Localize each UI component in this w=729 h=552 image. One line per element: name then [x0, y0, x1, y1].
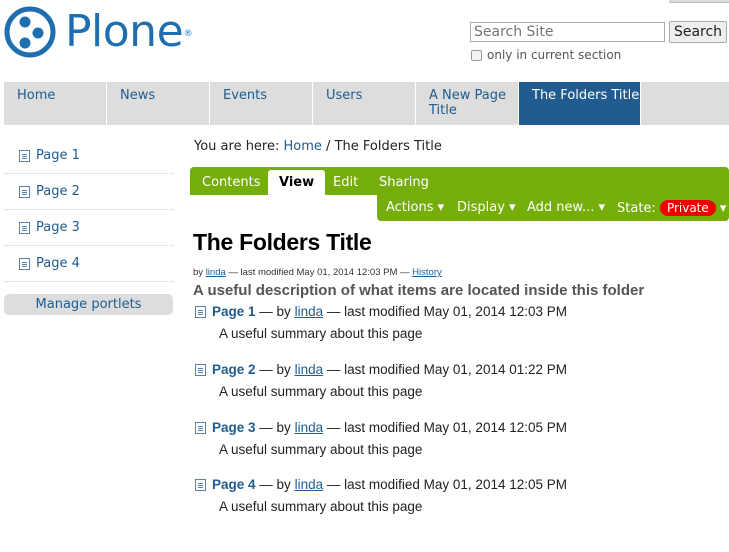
- breadcrumb: You are here: Home / The Folders Title: [194, 139, 442, 154]
- page-icon: [195, 478, 206, 491]
- item-summary: A useful summary about this page: [219, 442, 423, 457]
- nav-tab-events[interactable]: Events: [210, 82, 313, 125]
- page-icon: [19, 221, 30, 234]
- search-section-option[interactable]: only in current section: [471, 48, 621, 62]
- edit-bar: Contents View Edit Sharing: [190, 167, 729, 195]
- state-badge: Private: [659, 200, 716, 216]
- byline-modified: — last modified May 01, 2014 12:03 PM —: [228, 267, 410, 278]
- list-item: Page 3 — by linda — last modified May 01…: [195, 420, 567, 457]
- nav-tab-home[interactable]: Home: [4, 82, 107, 125]
- tab-view[interactable]: View: [268, 170, 326, 195]
- nav-tab-news[interactable]: News: [107, 82, 210, 125]
- page-icon: [195, 363, 206, 376]
- item-by: — by: [259, 477, 291, 492]
- current-section-label: only in current section: [487, 48, 622, 62]
- portlet-item-label: Page 3: [36, 220, 80, 235]
- breadcrumb-home-link[interactable]: Home: [284, 139, 322, 154]
- item-by: — by: [259, 304, 291, 319]
- item-author-link[interactable]: linda: [295, 420, 324, 435]
- plone-logo-icon: [4, 6, 56, 58]
- current-section-checkbox[interactable]: [471, 49, 482, 61]
- search-input[interactable]: [470, 22, 665, 42]
- item-author-link[interactable]: linda: [295, 304, 324, 319]
- list-item: Page 4 — by linda — last modified May 01…: [195, 477, 567, 514]
- logo-text: Plone ®: [65, 6, 193, 57]
- page-icon: [19, 185, 30, 198]
- page-icon: [19, 149, 30, 162]
- display-menu[interactable]: Display ▾: [457, 200, 516, 215]
- item-author-link[interactable]: linda: [295, 362, 324, 377]
- content-actions-bar: Actions ▾ Display ▾ Add new... ▾ State: …: [377, 195, 729, 221]
- state-menu[interactable]: State: Private ▾: [617, 200, 726, 216]
- item-modified: — last modified May 01, 2014 12:05 PM: [326, 477, 568, 492]
- portlet-item-page-3[interactable]: Page 3: [4, 210, 174, 246]
- document-byline: by linda — last modified May 01, 2014 12…: [193, 267, 442, 278]
- nav-tab-users[interactable]: Users: [313, 82, 416, 125]
- item-by: — by: [259, 362, 291, 377]
- item-modified: — last modified May 01, 2014 12:05 PM: [326, 420, 568, 435]
- item-author-link[interactable]: linda: [295, 477, 324, 492]
- tab-contents[interactable]: Contents: [191, 170, 271, 195]
- item-title-link[interactable]: Page 2: [212, 362, 256, 377]
- tab-sharing[interactable]: Sharing: [368, 170, 440, 195]
- state-label: State:: [617, 201, 656, 216]
- document-description: A useful description of what items are l…: [193, 282, 645, 299]
- manage-portlets-button[interactable]: Manage portlets: [4, 294, 173, 315]
- breadcrumb-separator: /: [326, 139, 331, 154]
- portlet-item-page-1[interactable]: Page 1: [4, 138, 174, 174]
- portlet-item-label: Page 4: [36, 256, 80, 271]
- page-title: The Folders Title: [193, 229, 372, 255]
- list-item: Page 1 — by linda — last modified May 01…: [195, 304, 567, 341]
- breadcrumb-current: The Folders Title: [334, 139, 442, 154]
- nav-tab-folders-title[interactable]: The Folders Title: [519, 82, 641, 125]
- item-title-link[interactable]: Page 4: [212, 477, 256, 492]
- list-item: Page 2 — by linda — last modified May 01…: [195, 362, 567, 399]
- top-edge-button: [669, 0, 729, 3]
- tab-edit[interactable]: Edit: [322, 170, 369, 195]
- state-arrow-icon: ▾: [719, 201, 727, 216]
- actions-menu[interactable]: Actions ▾: [386, 200, 444, 215]
- history-link[interactable]: History: [412, 267, 442, 278]
- byline-by: by: [193, 267, 204, 278]
- item-summary: A useful summary about this page: [219, 384, 423, 399]
- item-title-link[interactable]: Page 1: [212, 304, 256, 319]
- search-button[interactable]: Search: [669, 21, 727, 43]
- breadcrumb-prefix: You are here:: [194, 139, 280, 154]
- nav-tab-new-page[interactable]: A New Page Title: [416, 82, 519, 125]
- item-title-link[interactable]: Page 3: [212, 420, 256, 435]
- item-modified: — last modified May 01, 2014 12:03 PM: [326, 304, 568, 319]
- global-navigation: Home News Events Users A New Page Title …: [4, 82, 729, 125]
- byline-author-link[interactable]: linda: [206, 267, 226, 278]
- portlet-item-label: Page 2: [36, 184, 80, 199]
- item-modified: — last modified May 01, 2014 01:22 PM: [326, 362, 568, 377]
- item-by: — by: [259, 420, 291, 435]
- add-new-menu[interactable]: Add new... ▾: [527, 200, 605, 215]
- page-icon: [195, 421, 206, 434]
- portlet-item-label: Page 1: [36, 148, 80, 163]
- page-icon: [195, 305, 206, 318]
- portlet-item-page-4[interactable]: Page 4: [4, 246, 174, 282]
- item-summary: A useful summary about this page: [219, 326, 423, 341]
- portlet-item-page-2[interactable]: Page 2: [4, 174, 174, 210]
- site-logo[interactable]: Plone ®: [4, 6, 193, 58]
- page-icon: [19, 257, 30, 270]
- item-summary: A useful summary about this page: [219, 499, 423, 514]
- navigation-portlet: Page 1 Page 2 Page 3 Page 4: [4, 138, 174, 282]
